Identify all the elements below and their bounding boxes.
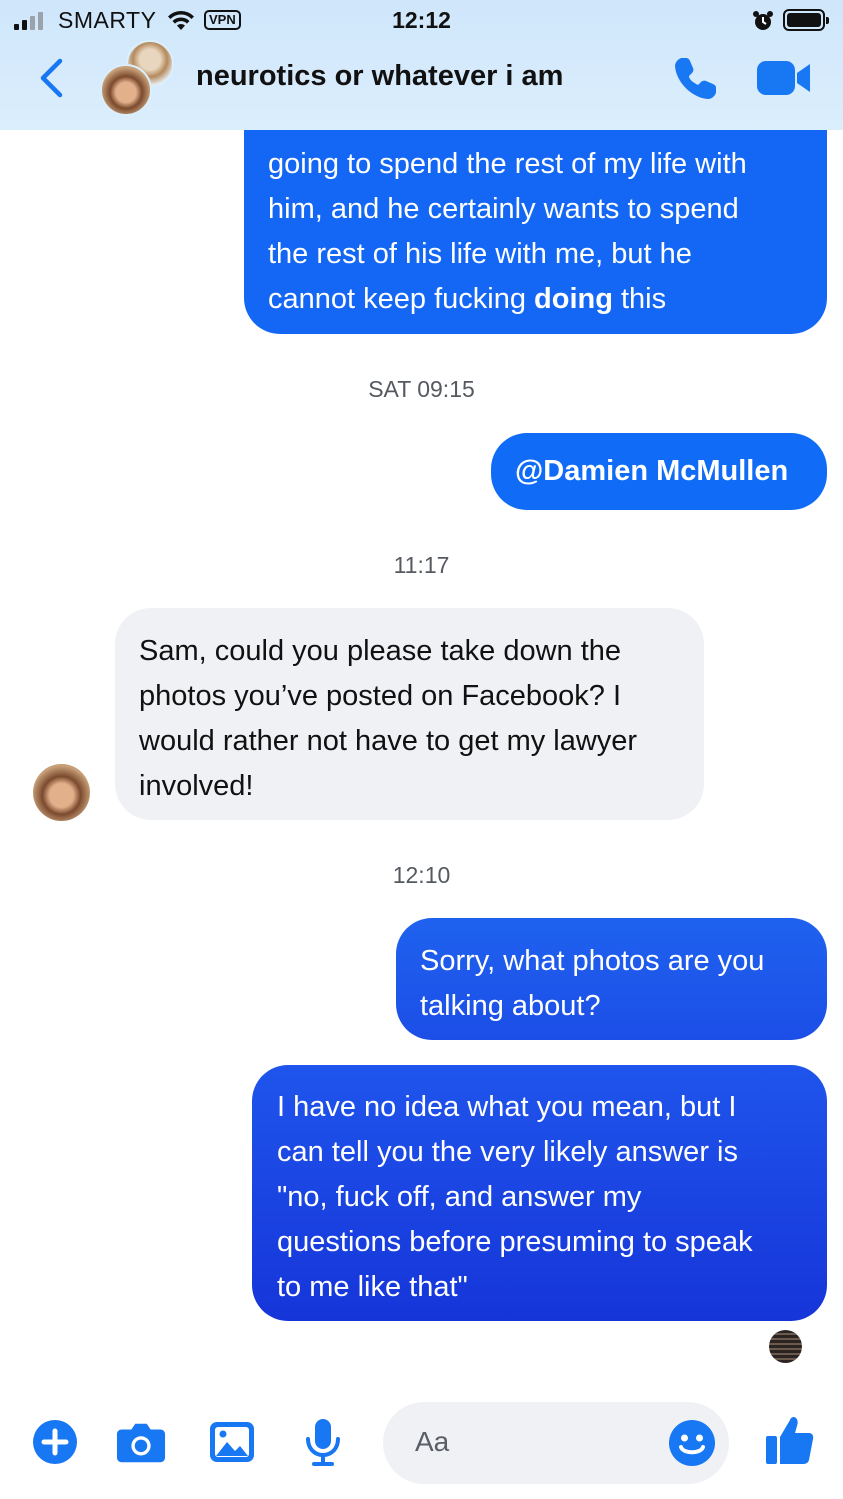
message-line: talking about? (420, 990, 601, 1022)
message-bubble-mention[interactable]: @Damien McMullen (491, 433, 827, 510)
message-line: questions before presuming to speak (277, 1226, 753, 1258)
voice-call-button[interactable] (670, 54, 720, 104)
sender-avatar[interactable] (33, 764, 90, 821)
microphone-icon (306, 1419, 340, 1466)
battery-icon (783, 9, 829, 31)
gallery-button[interactable] (207, 1417, 257, 1467)
message-line: going to spend the rest of my life with (268, 148, 747, 180)
message-timestamp: 12:10 (392, 862, 451, 888)
member-avatar (100, 64, 152, 116)
phone-icon (675, 58, 716, 99)
mention-text: @Damien McMullen (515, 455, 789, 487)
message-line: to me like that" (277, 1271, 468, 1303)
seen-receipt-avatar (769, 1330, 802, 1363)
alarm-icon (752, 10, 774, 37)
message-line: can tell you the very likely answer is (277, 1136, 738, 1168)
message-line: Sorry, what photos are you (420, 945, 765, 977)
group-avatar[interactable] (100, 40, 178, 116)
message-line: would rather not have to get my lawyer (139, 725, 638, 757)
camera-button[interactable] (116, 1417, 166, 1467)
message-line: involved! (139, 770, 254, 802)
thumbs-up-icon (766, 1416, 814, 1464)
gallery-icon (210, 1422, 254, 1462)
message-text: cannot keep fucking (268, 283, 535, 315)
emoji-icon (669, 1420, 715, 1466)
status-bar: SMARTY VPN 12:12 (0, 0, 843, 44)
message-bubble-incoming[interactable]: Sam, could you please take down the phot… (115, 608, 704, 820)
camera-icon (116, 1423, 166, 1463)
back-button[interactable] (34, 56, 68, 100)
message-input-placeholder: Aa (415, 1426, 450, 1457)
chat-header: SMARTY VPN 12:12 neurotics or whatever i… (0, 0, 843, 130)
message-timestamp: SAT 09:15 (368, 376, 475, 402)
message-bold-text: doing (534, 283, 613, 315)
video-camera-icon (757, 61, 810, 95)
message-line: cannot keep fucking doing this (268, 277, 803, 322)
message-text: this (612, 283, 667, 315)
message-line: the rest of his life with me, but he (268, 238, 692, 270)
emoji-button[interactable] (668, 1419, 716, 1467)
message-line: photos you’ve posted on Facebook? I (139, 680, 622, 712)
add-button[interactable] (30, 1417, 80, 1467)
message-line: "no, fuck off, and answer my (277, 1181, 642, 1213)
message-line: him, and he certainly wants to spend (268, 193, 739, 225)
message-line: I have no idea what you mean, but I (277, 1091, 737, 1123)
message-bubble-outgoing[interactable]: I have no idea what you mean, but I can … (252, 1065, 827, 1321)
microphone-button[interactable] (298, 1417, 348, 1467)
message-bubble-outgoing[interactable]: Sorry, what photos are you talking about… (396, 918, 827, 1040)
plus-icon (33, 1420, 77, 1464)
back-chevron-icon (40, 58, 63, 98)
message-line: Sam, could you please take down the (139, 635, 622, 667)
status-time: 12:12 (392, 7, 451, 33)
chat-title[interactable]: neurotics or whatever i am (196, 60, 563, 93)
message-timestamp: 11:17 (393, 552, 450, 578)
video-call-button[interactable] (756, 58, 812, 98)
like-button[interactable] (764, 1414, 816, 1466)
